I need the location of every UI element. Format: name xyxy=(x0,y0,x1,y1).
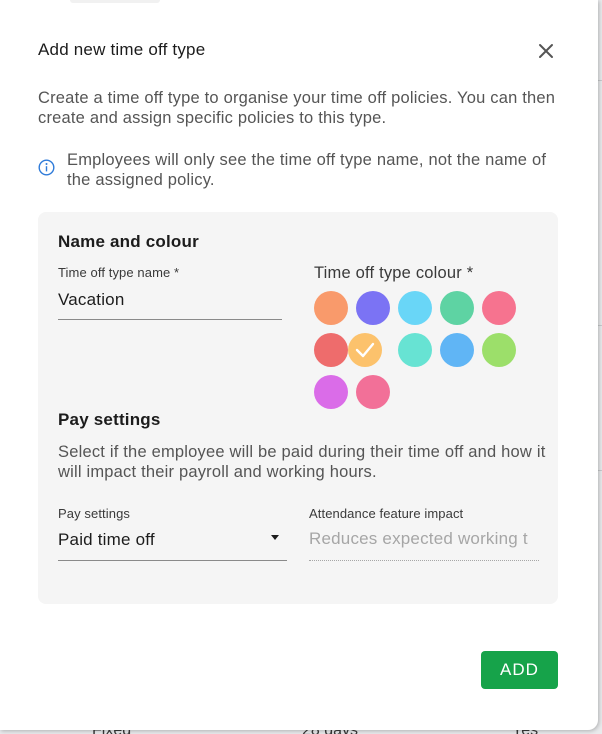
colour-swatch[interactable] xyxy=(482,291,516,325)
colour-swatch[interactable] xyxy=(440,291,474,325)
name-field-label: Time off type name * xyxy=(58,265,180,280)
pay-settings-underline xyxy=(58,560,287,561)
info-message: Employees will only see the time off typ… xyxy=(67,151,547,189)
colour-swatch-selected[interactable] xyxy=(348,333,382,367)
colour-swatch[interactable] xyxy=(398,333,432,367)
dropdown-arrow-icon[interactable] xyxy=(271,535,279,540)
name-field-underline xyxy=(58,319,282,320)
close-button[interactable] xyxy=(533,38,559,64)
close-icon xyxy=(539,44,553,58)
colour-swatch[interactable] xyxy=(356,291,390,325)
colour-swatch[interactable] xyxy=(356,375,390,409)
dialog-top-edge xyxy=(70,0,160,3)
colour-swatch[interactable] xyxy=(482,333,516,367)
settings-panel: Name and colour Time off type name * Vac… xyxy=(38,212,558,604)
add-time-off-type-dialog: Add new time off type Create a time off … xyxy=(0,0,598,730)
add-button[interactable]: ADD xyxy=(481,651,558,689)
attendance-impact-label: Attendance feature impact xyxy=(309,506,464,521)
background-divider xyxy=(598,325,602,326)
info-icon xyxy=(38,159,55,176)
pay-settings-select[interactable]: Paid time off xyxy=(58,530,155,550)
colour-swatch[interactable] xyxy=(398,291,432,325)
background-divider xyxy=(598,470,602,471)
dialog-intro-text: Create a time off type to organise your … xyxy=(38,89,556,127)
colour-swatch[interactable] xyxy=(440,333,474,367)
pay-settings-label: Pay settings xyxy=(58,506,131,521)
pay-settings-description: Select if the employee will be paid duri… xyxy=(58,443,546,481)
colour-picker-label: Time off type colour * xyxy=(314,264,474,282)
checkmark-icon xyxy=(355,342,375,358)
pay-settings-heading: Pay settings xyxy=(58,410,161,429)
colour-swatch[interactable] xyxy=(314,291,348,325)
name-field[interactable]: Vacation xyxy=(58,290,125,310)
attendance-impact-field: Reduces expected working t xyxy=(309,529,528,548)
attendance-impact-underline xyxy=(309,560,539,561)
colour-swatch[interactable] xyxy=(314,333,348,367)
name-colour-heading: Name and colour xyxy=(58,232,199,251)
colour-swatch[interactable] xyxy=(314,375,348,409)
background-divider xyxy=(598,80,602,81)
dialog-title: Add new time off type xyxy=(38,40,206,59)
